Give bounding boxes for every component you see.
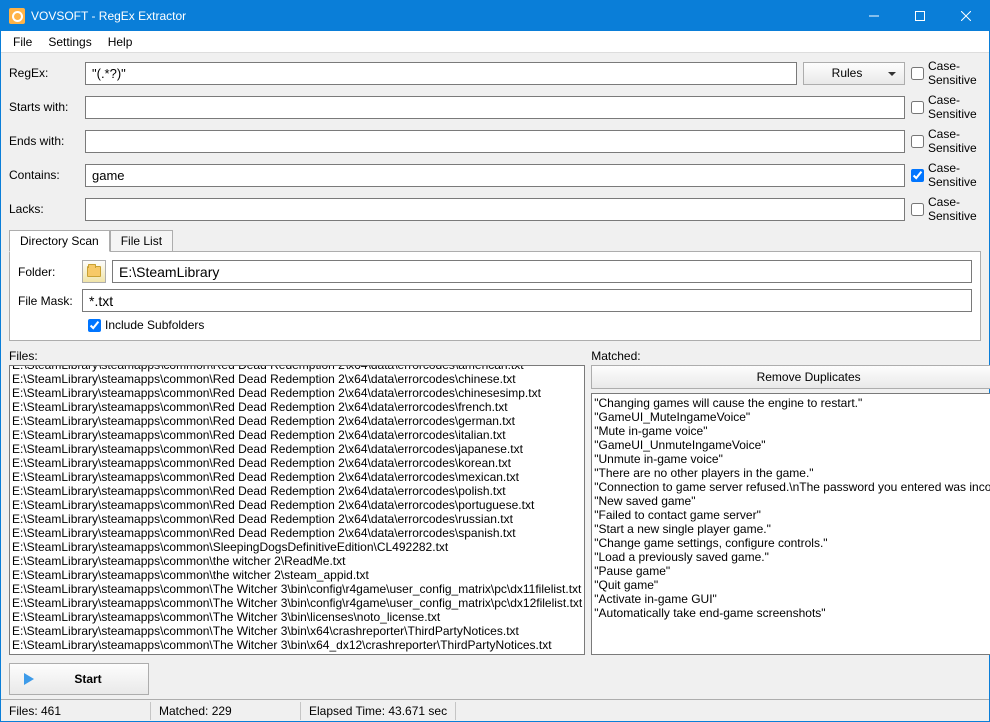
regex-input[interactable] <box>85 62 797 85</box>
list-item[interactable]: E:\SteamLibrary\steamapps\common\The Wit… <box>12 596 582 610</box>
status-elapsed: Elapsed Time: 43.671 sec <box>301 702 456 720</box>
lacks-label: Lacks: <box>9 202 79 216</box>
regex-cs-checkbox[interactable] <box>911 67 924 80</box>
startswith-label: Starts with: <box>9 100 79 114</box>
folder-input[interactable] <box>112 260 972 283</box>
status-files: Files: 461 <box>1 702 151 720</box>
include-subfolders[interactable]: Include Subfolders <box>88 318 972 332</box>
directory-scan-panel: Folder: File Mask: Include Subfolders <box>9 251 981 341</box>
maximize-button[interactable] <box>897 1 943 31</box>
list-item[interactable]: E:\SteamLibrary\steamapps\common\Sleepin… <box>12 540 582 554</box>
tab-directory-scan[interactable]: Directory Scan <box>9 230 110 252</box>
chevron-down-icon <box>888 72 896 76</box>
menu-settings[interactable]: Settings <box>40 33 99 51</box>
list-item[interactable]: E:\SteamLibrary\steamapps\common\Red Dea… <box>12 498 582 512</box>
list-item[interactable]: "Failed to contact game server" <box>594 508 990 522</box>
filemask-input[interactable] <box>82 289 972 312</box>
folder-label: Folder: <box>18 265 76 279</box>
start-button[interactable]: Start <box>9 663 149 695</box>
tab-file-list[interactable]: File List <box>110 230 173 252</box>
list-item[interactable]: "Load a previously saved game." <box>594 550 990 564</box>
source-tabs: Directory Scan File List <box>9 229 981 251</box>
contains-cs-checkbox[interactable] <box>911 169 924 182</box>
list-item[interactable]: "Connection to game server refused.\nThe… <box>594 480 990 494</box>
list-item[interactable]: "Start a new single player game." <box>594 522 990 536</box>
filemask-label: File Mask: <box>18 294 76 308</box>
list-item[interactable]: E:\SteamLibrary\steamapps\common\Red Dea… <box>12 442 582 456</box>
list-item[interactable]: E:\SteamLibrary\steamapps\common\The Wit… <box>12 638 582 652</box>
list-item[interactable]: E:\SteamLibrary\steamapps\common\the wit… <box>12 554 582 568</box>
endswith-input[interactable] <box>85 130 905 153</box>
list-item[interactable]: "Automatically take end-game screenshots… <box>594 606 990 620</box>
folder-icon <box>87 266 101 277</box>
list-item[interactable]: "There are no other players in the game.… <box>594 466 990 480</box>
include-subfolders-checkbox[interactable] <box>88 319 101 332</box>
contains-input[interactable] <box>85 164 905 187</box>
list-item[interactable]: E:\SteamLibrary\steamapps\common\Red Dea… <box>12 414 582 428</box>
regex-case-sensitive[interactable]: Case-Sensitive <box>911 59 981 87</box>
endswith-case-sensitive[interactable]: Case-Sensitive <box>911 127 981 155</box>
matched-panel: Matched: Remove Duplicates "Changing gam… <box>591 349 990 655</box>
list-item[interactable]: E:\SteamLibrary\steamapps\common\The Wit… <box>12 582 582 596</box>
matched-list[interactable]: "Changing games will cause the engine to… <box>591 393 990 655</box>
regex-label: RegEx: <box>9 66 79 80</box>
list-item[interactable]: E:\SteamLibrary\steamapps\common\The Wit… <box>12 610 582 624</box>
titlebar: VOVSOFT - RegEx Extractor <box>1 1 989 31</box>
startswith-case-sensitive[interactable]: Case-Sensitive <box>911 93 981 121</box>
list-item[interactable]: E:\SteamLibrary\steamapps\common\Red Dea… <box>12 365 582 372</box>
list-item[interactable]: E:\SteamLibrary\steamapps\common\Red Dea… <box>12 386 582 400</box>
menu-file[interactable]: File <box>5 33 40 51</box>
list-item[interactable]: E:\SteamLibrary\steamapps\common\Red Dea… <box>12 428 582 442</box>
lacks-input[interactable] <box>85 198 905 221</box>
list-item[interactable]: "Quit game" <box>594 578 990 592</box>
list-item[interactable]: E:\SteamLibrary\steamapps\common\Red Dea… <box>12 484 582 498</box>
list-item[interactable]: "GameUI_UnmuteIngameVoice" <box>594 438 990 452</box>
rules-label: Rules <box>832 66 863 80</box>
list-item[interactable]: "Change game settings, configure control… <box>594 536 990 550</box>
files-panel: Files: E:\SteamLibrary\steamapps\common\… <box>9 349 585 655</box>
matched-header: Matched: <box>591 349 990 363</box>
lacks-case-sensitive[interactable]: Case-Sensitive <box>911 195 981 223</box>
list-item[interactable]: E:\SteamLibrary\steamapps\common\Red Dea… <box>12 526 582 540</box>
list-item[interactable]: E:\SteamLibrary\steamapps\common\Red Dea… <box>12 470 582 484</box>
files-header: Files: <box>9 349 585 363</box>
startswith-cs-checkbox[interactable] <box>911 101 924 114</box>
list-item[interactable]: "GameUI_MuteIngameVoice" <box>594 410 990 424</box>
menu-help[interactable]: Help <box>100 33 141 51</box>
list-item[interactable]: "Unmute in-game voice" <box>594 452 990 466</box>
list-item[interactable]: E:\SteamLibrary\steamapps\common\the wit… <box>12 568 582 582</box>
remove-duplicates-button[interactable]: Remove Duplicates <box>591 365 990 389</box>
status-bar: Files: 461 Matched: 229 Elapsed Time: 43… <box>1 699 989 721</box>
status-matched: Matched: 229 <box>151 702 301 720</box>
list-item[interactable]: "New saved game" <box>594 494 990 508</box>
list-item[interactable]: "Activate in-game GUI" <box>594 592 990 606</box>
minimize-button[interactable] <box>851 1 897 31</box>
menubar: File Settings Help <box>1 31 989 53</box>
app-icon <box>9 8 25 24</box>
play-icon <box>24 673 34 685</box>
list-item[interactable]: "Changing games will cause the engine to… <box>594 396 990 410</box>
contains-label: Contains: <box>9 168 79 182</box>
contains-case-sensitive[interactable]: Case-Sensitive <box>911 161 981 189</box>
filter-form: RegEx: Rules Case-Sensitive Starts with:… <box>1 53 989 345</box>
close-button[interactable] <box>943 1 989 31</box>
endswith-cs-checkbox[interactable] <box>911 135 924 148</box>
list-item[interactable]: E:\SteamLibrary\steamapps\common\The Wit… <box>12 624 582 638</box>
list-item[interactable]: E:\SteamLibrary\steamapps\common\Red Dea… <box>12 456 582 470</box>
browse-folder-button[interactable] <box>82 260 106 283</box>
list-item[interactable]: "Pause game" <box>594 564 990 578</box>
lacks-cs-checkbox[interactable] <box>911 203 924 216</box>
list-item[interactable]: E:\SteamLibrary\steamapps\common\Red Dea… <box>12 400 582 414</box>
endswith-label: Ends with: <box>9 134 79 148</box>
rules-dropdown[interactable]: Rules <box>803 62 905 85</box>
list-item[interactable]: E:\SteamLibrary\steamapps\common\Red Dea… <box>12 512 582 526</box>
window-title: VOVSOFT - RegEx Extractor <box>31 9 851 23</box>
list-item[interactable]: "Mute in-game voice" <box>594 424 990 438</box>
list-item[interactable]: E:\SteamLibrary\steamapps\common\Red Dea… <box>12 372 582 386</box>
startswith-input[interactable] <box>85 96 905 119</box>
files-list[interactable]: E:\SteamLibrary\steamapps\common\Metal G… <box>9 365 585 655</box>
